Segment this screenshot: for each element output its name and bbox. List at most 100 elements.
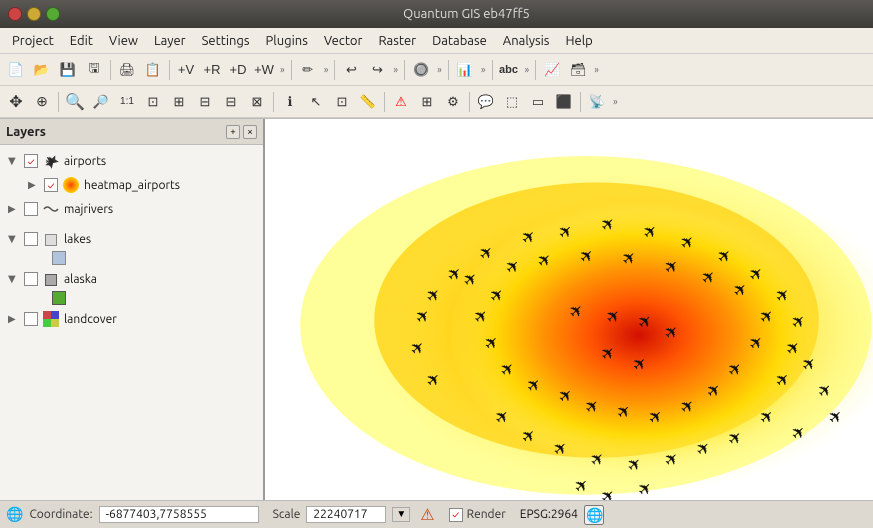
menu-raster[interactable]: Raster (370, 32, 424, 50)
toolbar-more-5[interactable]: » (479, 64, 488, 75)
alaska-visibility-checkbox[interactable] (24, 272, 38, 286)
menu-analysis[interactable]: Analysis (495, 32, 558, 50)
layer-item-lakes[interactable]: ▼ lakes (0, 227, 263, 251)
layer-item-majrivers[interactable]: ▶ majrivers (0, 197, 263, 221)
toolbar-row-2: ✥ ⊕ 🔍 🔎 1:1 ⊡ ⊞ ⊟ ⊟ ⊠ ℹ ↖ ⊡ 📏 ⚠ ⊞ ⚙ 💬 ⬚ … (0, 86, 873, 118)
coordinate-value[interactable]: -6877403,7758555 (99, 506, 259, 523)
window-controls[interactable] (8, 7, 60, 21)
save-project-button[interactable]: 💾 (56, 58, 80, 82)
landcover-visibility-checkbox[interactable] (24, 312, 38, 326)
expand-majrivers-icon[interactable]: ▶ (8, 203, 22, 215)
digitize-button[interactable]: ✏ (296, 58, 320, 82)
layer-error-button[interactable]: ⚠ (389, 90, 413, 114)
close-button[interactable] (8, 7, 22, 21)
layers-controls[interactable]: + × (226, 125, 257, 139)
deselect-button[interactable]: ⊡ (330, 90, 354, 114)
separator-9 (58, 92, 59, 112)
maximize-button[interactable] (46, 7, 60, 21)
pan-button[interactable]: ✥ (4, 90, 28, 114)
toolbar-more-4[interactable]: » (435, 64, 444, 75)
lakes-color-swatch (52, 251, 66, 265)
airports-visibility-checkbox[interactable] (24, 154, 38, 168)
majrivers-visibility-checkbox[interactable] (24, 202, 38, 216)
expand-landcover-icon[interactable]: ▶ (8, 313, 22, 325)
menu-vector[interactable]: Vector (316, 32, 371, 50)
print-composer-button[interactable]: 📋 (141, 58, 165, 82)
annotation2-button[interactable]: ⬚ (500, 90, 524, 114)
annotation-button[interactable]: 💬 (474, 90, 498, 114)
chart-button[interactable]: 📊 (453, 58, 477, 82)
label-button[interactable]: abc (497, 58, 521, 82)
zoom-out-button[interactable]: 🔎 (89, 90, 113, 114)
heatmap-layer-name: heatmap_airports (84, 179, 180, 192)
layer-item-heatmap[interactable]: ▶ heatmap_airports (0, 173, 263, 197)
toolbar-more-7[interactable]: » (592, 64, 601, 75)
separator-13 (580, 92, 581, 112)
save-as-button[interactable]: 🖫 (82, 58, 106, 82)
separator-4 (334, 60, 335, 80)
stats-button[interactable]: 📈 (540, 58, 564, 82)
separator-3 (291, 60, 292, 80)
minimize-button[interactable] (27, 7, 41, 21)
annotation3-button[interactable]: ▭ (526, 90, 550, 114)
heatmap-visibility-checkbox[interactable] (44, 178, 58, 192)
print-button[interactable]: 🖨 (115, 58, 139, 82)
add-db-layer-button[interactable]: +D (226, 58, 250, 82)
gps-button[interactable]: 📡 (585, 90, 609, 114)
add-vector-layer-button[interactable]: +V (174, 58, 198, 82)
toolbar-more-8[interactable]: » (611, 96, 620, 107)
scale-dropdown-button[interactable]: ▼ (392, 507, 410, 522)
expand-alaska-icon[interactable]: ▼ (8, 273, 22, 285)
redo-button[interactable]: ↪ (365, 58, 389, 82)
open-project-button[interactable]: 📂 (30, 58, 54, 82)
layers-close-button[interactable]: × (243, 125, 257, 139)
zoom-full-button[interactable]: 1:1 (115, 90, 139, 114)
select-button[interactable]: ↖ (304, 90, 328, 114)
menu-project[interactable]: Project (4, 32, 62, 50)
separator-2 (169, 60, 170, 80)
add-wms-layer-button[interactable]: +W (252, 58, 276, 82)
map-canvas[interactable]: ✈ ✈ ✈ ✈ ✈ ✈ ✈ ✈ ✈ ✈ ✈ ✈ ✈ ✈ ✈ ✈ ✈ ✈ ✈ ✈ … (265, 119, 873, 500)
menu-edit[interactable]: Edit (62, 32, 101, 50)
layer-item-alaska[interactable]: ▼ alaska (0, 267, 263, 291)
annotation4-button[interactable]: ⬛ (552, 90, 576, 114)
identify-button[interactable]: ℹ (278, 90, 302, 114)
toolbar-more-3[interactable]: » (391, 64, 400, 75)
zoom-native-button[interactable]: ⊠ (245, 90, 269, 114)
layers-add-button[interactable]: + (226, 125, 240, 139)
menu-layer[interactable]: Layer (146, 32, 194, 50)
crs-button[interactable]: 🌐 (584, 505, 604, 525)
expand-airports-icon[interactable]: ▼ (8, 155, 22, 167)
alaska-layer-name: alaska (64, 273, 97, 286)
menu-settings[interactable]: Settings (194, 32, 258, 50)
separator-5 (404, 60, 405, 80)
zoom-prev-button[interactable]: ⊟ (193, 90, 217, 114)
table-button[interactable]: 🗃 (566, 58, 590, 82)
new-project-button[interactable]: 📄 (4, 58, 28, 82)
menu-database[interactable]: Database (424, 32, 495, 50)
layer-item-airports[interactable]: ▼ ✈ airports (0, 149, 263, 173)
expand-heatmap-icon[interactable]: ▶ (28, 179, 42, 191)
zoom-selection-button[interactable]: ⊡ (141, 90, 165, 114)
help-button[interactable]: 🔘 (409, 58, 433, 82)
menu-view[interactable]: View (101, 32, 146, 50)
menu-plugins[interactable]: Plugins (258, 32, 316, 50)
settings2-button[interactable]: ⚙ (441, 90, 465, 114)
lakes-visibility-checkbox[interactable] (24, 232, 38, 246)
render-checkbox[interactable]: ✓ (449, 508, 463, 522)
measure-button[interactable]: 📏 (356, 90, 380, 114)
undo-button[interactable]: ↩ (339, 58, 363, 82)
pan-map-button[interactable]: ⊕ (30, 90, 54, 114)
add-raster-layer-button[interactable]: +R (200, 58, 224, 82)
layer-item-landcover[interactable]: ▶ landcover (0, 307, 263, 331)
toolbar-more-6[interactable]: » (523, 64, 532, 75)
expand-lakes-icon[interactable]: ▼ (8, 233, 22, 245)
toolbar-more-2[interactable]: » (322, 64, 331, 75)
tile-button[interactable]: ⊞ (415, 90, 439, 114)
menu-help[interactable]: Help (557, 32, 600, 50)
zoom-next-button[interactable]: ⊟ (219, 90, 243, 114)
zoom-in-button[interactable]: 🔍 (63, 90, 87, 114)
scale-value[interactable]: 22240717 (306, 506, 386, 523)
zoom-layer-button[interactable]: ⊞ (167, 90, 191, 114)
toolbar-more-1[interactable]: » (278, 64, 287, 75)
